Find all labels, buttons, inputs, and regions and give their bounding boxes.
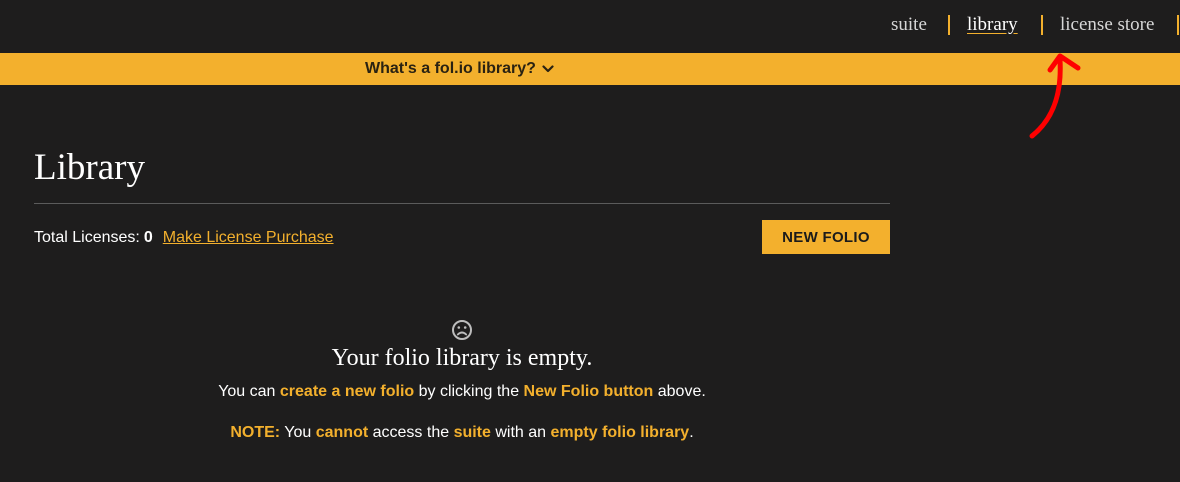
hint-text: by clicking the: [414, 383, 524, 400]
note-text: with an: [490, 424, 551, 441]
nav-separator: [1041, 15, 1043, 35]
empty-state-title: Your folio library is empty.: [331, 345, 593, 371]
empty-state-note: NOTE: You cannot access the suite with a…: [0, 424, 924, 442]
library-info-toggle[interactable]: What's a fol.io library?: [365, 60, 554, 78]
note-highlight-cannot: cannot: [315, 424, 369, 441]
license-summary: Total Licenses: 0 Make License Purchase: [34, 229, 334, 247]
nav-separator: [948, 15, 950, 35]
sad-face-icon: [452, 320, 472, 340]
note-highlight-suite: suite: [453, 424, 491, 441]
banner-label: What's a fol.io library?: [365, 60, 536, 77]
page-title: Library: [34, 147, 145, 188]
hint-text: above.: [653, 383, 706, 400]
note-text: You: [280, 424, 316, 441]
hint-highlight-create: create a new folio: [279, 383, 415, 400]
info-banner: What's a fol.io library?: [0, 53, 1180, 85]
licenses-label: Total Licenses:: [34, 229, 140, 246]
nav-separator: [1177, 15, 1179, 35]
note-highlight-empty-library: empty folio library: [550, 424, 690, 441]
empty-state-hint: You can create a new folio by clicking t…: [0, 383, 924, 401]
title-divider: [34, 203, 890, 204]
hint-text: You can: [218, 383, 280, 400]
nav-item-license-store[interactable]: license store: [1060, 14, 1154, 36]
note-label: NOTE:: [230, 424, 281, 441]
nav-item-suite[interactable]: suite: [891, 14, 927, 36]
new-folio-button[interactable]: NEW FOLIO: [762, 220, 890, 254]
nav-item-library[interactable]: library: [967, 14, 1018, 36]
annotation-arrow-icon: [1029, 53, 1081, 139]
licenses-count: 0: [143, 229, 153, 246]
hint-highlight-button: New Folio button: [523, 383, 654, 400]
note-text: .: [689, 424, 694, 441]
make-license-purchase-link[interactable]: Make License Purchase: [163, 229, 334, 246]
chevron-down-icon: [542, 65, 554, 73]
note-text: access the: [368, 424, 454, 441]
top-nav: suite library license store: [0, 0, 1180, 52]
